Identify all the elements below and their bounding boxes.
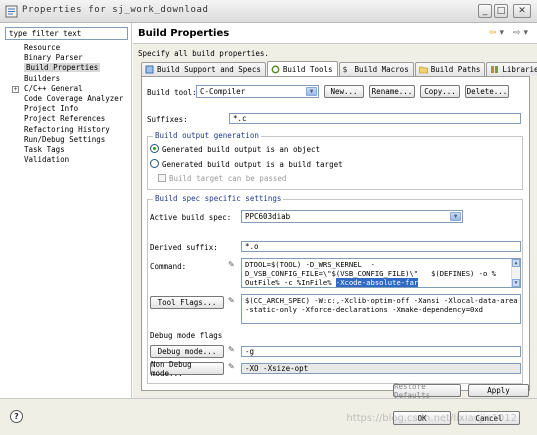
build-tool-select[interactable]: C-Compiler ▼ [196,85,319,98]
back-menu-icon[interactable]: ▾ [500,28,508,38]
build-support-icon [145,65,154,74]
tool-flags-textarea[interactable]: $(CC_ARCH_SPEC) -W:c:,-Xclib-optim-off -… [241,294,521,324]
tree-item-task-tags[interactable]: Task Tags [4,145,130,155]
debug-mode-field[interactable]: -g [241,346,521,357]
minimize-button[interactable]: _ [478,4,492,18]
tab-libraries[interactable]: Libraries [486,62,537,76]
debug-flags-title: Debug mode flags [150,331,223,340]
back-arrow-icon[interactable]: ⇦ [489,28,500,38]
build-tool-label: Build tool: [147,88,197,97]
tree-item-refactoring-history[interactable]: Refactoring History [4,125,130,135]
maximize-button[interactable]: □ [494,4,508,18]
build-output-group: Build output generation Generated build … [147,131,523,190]
title-bar: Properties for sj_work_download _ □ ✕ [0,0,537,23]
build-target-passed-checkbox[interactable] [158,174,166,182]
dialog-footer: ? OK Cancel https://blog.csdn.net/lixiao… [0,398,537,435]
properties-icon [5,5,18,18]
build-target-passed-label: Build target can be passed [169,174,287,183]
edit-pencil-icon[interactable]: ✎ [228,362,235,372]
dropdown-arrow-icon: ▼ [450,212,461,221]
suffixes-field[interactable]: *.c [229,113,521,124]
tree-item-validation[interactable]: Validation [4,155,130,165]
tree-item-builders[interactable]: Builders [4,74,130,84]
tree-item-project-info[interactable]: Project Info [4,104,130,114]
derived-suffix-field[interactable]: *.o [241,241,521,252]
minimize-icon: _ [482,6,488,16]
edit-pencil-icon[interactable]: ✎ [228,345,235,355]
rename-tool-button[interactable]: Rename... [369,85,415,98]
tree-item-project-references[interactable]: Project References [4,114,130,124]
tab-build-support[interactable]: Build Support and Specs [141,62,266,76]
radio-target-label: Generated build output is a build target [162,160,343,169]
tool-flags-button[interactable]: Tool Flags... [150,296,224,309]
radio-object[interactable] [150,144,159,153]
scroll-up-icon: ▲ [512,259,520,267]
build-tools-icon [271,65,280,73]
derived-suffix-label: Derived suffix: [150,243,218,252]
page-title: Build Properties [138,28,230,39]
close-icon: ✕ [518,6,526,16]
command-textarea[interactable]: DTOOL=$(TOOL) -D_WRS_KERNEL - D_VSB_CONF… [241,258,521,288]
tree-item-build-properties[interactable]: Build Properties [4,63,130,73]
page-header: Build Properties ⇦▾ ⇨▾ [133,23,537,44]
tab-bar: Build Support and Specs Build Tools $ Bu… [141,61,537,76]
forward-menu-icon[interactable]: ▾ [523,28,531,38]
delete-tool-button[interactable]: Delete... [465,85,509,98]
tree-item-cpp-general[interactable]: + C/C++ General [4,84,130,94]
forward-arrow-icon[interactable]: ⇨ [513,28,524,38]
edit-pencil-icon[interactable]: ✎ [228,296,235,306]
non-debug-mode-field[interactable]: -XO -Xsize-opt [241,363,521,374]
tree-item-binary-parser[interactable]: Binary Parser [4,53,130,63]
copy-tool-button[interactable]: Copy... [420,85,460,98]
watermark: https://blog.csdn.net/lixiaojie1012 [346,413,517,424]
apply-button[interactable]: Apply [468,384,529,397]
dropdown-arrow-icon: ▼ [306,87,317,96]
property-tree: Resource Binary Parser Build Properties … [4,43,130,165]
filter-input[interactable]: type filter text [5,27,128,40]
edit-pencil-icon[interactable]: ✎ [228,260,235,270]
new-tool-button[interactable]: New... [324,85,364,98]
selected-text: -Xcode-absolute-far [335,278,419,287]
tree-item-run-debug-settings[interactable]: Run/Debug Settings [4,135,130,145]
sidebar: type filter text Resource Binary Parser … [0,23,132,398]
command-label: Command: [150,262,187,271]
page-subtitle: Specify all build properties. [138,49,269,58]
debug-mode-button[interactable]: Debug mode... [150,345,224,358]
command-scrollbar[interactable]: ▲ ▼ [511,259,520,287]
folder-icon [418,66,428,74]
active-build-spec-select[interactable]: PPC603diab ▼ [241,210,463,223]
tab-build-tools[interactable]: Build Tools [266,61,338,76]
restore-defaults-button[interactable]: Restore Defaults [393,382,461,400]
tab-build-macros[interactable]: $ Build Macros [338,62,414,76]
window-title: Properties for sj_work_download [22,5,209,15]
maximize-icon: □ [496,6,506,16]
tree-item-code-coverage[interactable]: Code Coverage Analyzer [4,94,130,104]
build-tools-panel: Build tool: C-Compiler ▼ New... Rename..… [141,76,530,391]
tree-item-resource[interactable]: Resource [4,43,130,53]
scroll-down-icon: ▼ [512,279,520,287]
library-icon [491,66,499,73]
active-build-spec-label: Active build spec: [150,213,232,222]
suffixes-label: Suffixes: [147,115,188,124]
expand-icon[interactable]: + [12,85,19,93]
radio-target[interactable] [150,159,159,168]
tab-build-paths[interactable]: Build Paths [414,62,486,76]
build-output-title: Build output generation [153,131,261,140]
radio-object-label: Generated build output is an object [162,145,321,154]
history-nav: ⇦▾ ⇨▾ [489,28,531,38]
build-spec-group: Build spec specific settings Active buil… [147,194,523,384]
non-debug-mode-button[interactable]: Non Debug mode... [150,360,224,378]
help-icon[interactable]: ? [10,410,23,423]
build-spec-title: Build spec specific settings [153,194,284,203]
close-button[interactable]: ✕ [513,4,531,18]
property-page: Build Properties ⇦▾ ⇨▾ Specify all build… [133,23,537,400]
dollar-icon: $ [342,65,348,74]
